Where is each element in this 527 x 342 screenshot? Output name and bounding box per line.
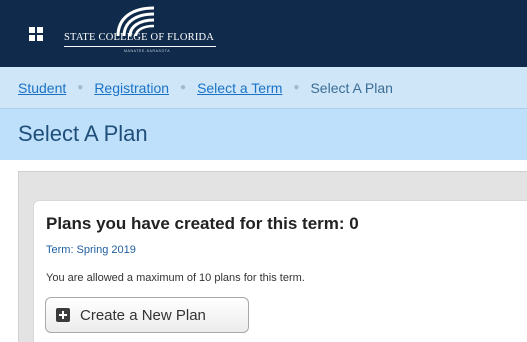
plan-limit-text: You are allowed a maximum of 10 plans fo…	[46, 272, 305, 284]
breadcrumb-separator: ●	[293, 82, 300, 93]
grid-menu-icon[interactable]	[29, 27, 43, 41]
create-plan-label: Create a New Plan	[80, 306, 206, 324]
breadcrumb-select-term[interactable]: Select a Term	[197, 80, 282, 96]
top-header: STATE COLLEGE OF FLORIDA MANATEE-SARASOT…	[0, 0, 527, 67]
term-label: Term: Spring 2019	[46, 244, 136, 256]
college-logo[interactable]: STATE COLLEGE OF FLORIDA MANATEE-SARASOT…	[64, 6, 264, 64]
breadcrumb-registration[interactable]: Registration	[94, 80, 169, 96]
page-title: Select A Plan	[18, 121, 148, 146]
breadcrumb-current: Select A Plan	[310, 79, 393, 96]
create-new-plan-button[interactable]: Create a New Plan	[45, 297, 249, 333]
plus-square-icon	[56, 308, 70, 322]
breadcrumb-separator: ●	[77, 82, 84, 93]
logo-rule	[64, 46, 216, 47]
page-title-bar: Select A Plan	[0, 108, 527, 160]
logo-subtext: MANATEE-SARASOTA	[124, 49, 171, 53]
breadcrumb-student[interactable]: Student	[18, 80, 66, 96]
logo-text: STATE COLLEGE OF FLORIDA	[64, 32, 215, 43]
breadcrumb-separator: ●	[180, 82, 187, 93]
breadcrumb: Student ● Registration ● Select a Term ●…	[0, 67, 527, 108]
plans-heading: Plans you have created for this term: 0	[46, 214, 359, 233]
